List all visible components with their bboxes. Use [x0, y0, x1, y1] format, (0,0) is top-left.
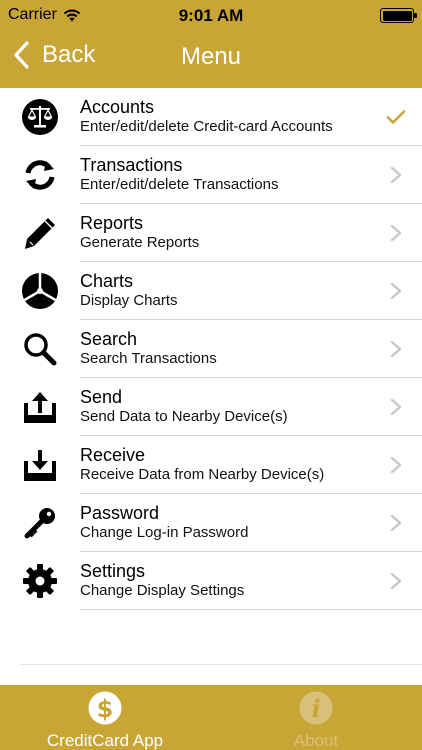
navigation-bar: Back Menu: [0, 30, 422, 88]
tab-creditcard-app[interactable]: $ CreditCard App: [35, 685, 175, 750]
gear-icon: [20, 561, 60, 601]
menu-item-title: Receive: [80, 445, 146, 465]
scales-icon: [20, 97, 60, 137]
key-icon: [20, 503, 60, 543]
chevron-right-icon: [390, 282, 402, 300]
menu-item-accounts[interactable]: Accounts Enter/edit/delete Credit-card A…: [0, 88, 422, 146]
pie-chart-icon: [20, 271, 60, 311]
menu-item-subtitle: Change Log-in Password: [80, 524, 249, 541]
menu-item-subtitle: Display Charts: [80, 292, 178, 309]
chevron-right-icon: [390, 166, 402, 184]
menu-item-subtitle: Enter/edit/delete Transactions: [80, 176, 279, 193]
empty-row-separator: [20, 664, 422, 665]
menu-item-subtitle: Generate Reports: [80, 234, 200, 251]
menu-item-title: Search: [80, 329, 138, 349]
svg-text:i: i: [311, 694, 320, 723]
page-title: Menu: [180, 43, 242, 70]
chevron-right-icon: [390, 572, 402, 590]
chevron-right-icon: [390, 340, 402, 358]
menu-item-receive[interactable]: Receive Receive Data from Nearby Device(…: [0, 436, 422, 494]
menu-item-reports[interactable]: Reports Generate Reports: [0, 204, 422, 262]
menu-item-search[interactable]: Search Search Transactions: [0, 320, 422, 378]
chevron-right-icon: [390, 398, 402, 416]
menu-item-subtitle: Receive Data from Nearby Device(s): [80, 466, 325, 483]
tab-bar: $ CreditCard App i About: [0, 685, 422, 750]
svg-text:$: $: [97, 695, 114, 723]
row-separator: [80, 609, 422, 610]
info-icon: i: [299, 691, 333, 725]
menu-item-subtitle: Enter/edit/delete Credit-card Accounts: [80, 118, 333, 135]
magnifier-icon: [20, 329, 60, 369]
dollar-icon: $: [88, 691, 122, 725]
menu-item-title: Send: [80, 387, 123, 407]
menu-item-subtitle: Send Data to Nearby Device(s): [80, 408, 288, 425]
tab-label: CreditCard App: [46, 731, 164, 750]
pencil-icon: [20, 213, 60, 253]
download-tray-icon: [20, 445, 60, 485]
menu-item-password[interactable]: Password Change Log-in Password: [0, 494, 422, 552]
menu-item-charts[interactable]: Charts Display Charts: [0, 262, 422, 320]
menu-item-subtitle: Search Transactions: [80, 350, 217, 367]
upload-tray-icon: [20, 387, 60, 427]
sync-arrows-icon: [20, 155, 60, 195]
chevron-right-icon: [390, 224, 402, 242]
menu-item-send[interactable]: Send Send Data to Nearby Device(s): [0, 378, 422, 436]
menu-item-subtitle: Change Display Settings: [80, 582, 245, 599]
checkmark-icon: [386, 110, 406, 124]
battery-icon: [380, 8, 417, 23]
menu-item-title: Settings: [80, 561, 146, 581]
menu-item-transactions[interactable]: Transactions Enter/edit/delete Transacti…: [0, 146, 422, 204]
status-bar: Carrier 9:01 AM: [0, 0, 422, 30]
status-time: 9:01 AM: [178, 6, 244, 25]
menu-item-title: Transactions: [80, 155, 183, 175]
tab-label: About: [293, 731, 339, 750]
menu-item-title: Reports: [80, 213, 144, 233]
top-bar: Carrier 9:01 AM Back Menu: [0, 0, 422, 88]
menu-item-title: Password: [80, 503, 160, 523]
menu-list: Accounts Enter/edit/delete Credit-card A…: [0, 88, 422, 610]
tab-about[interactable]: i About: [246, 685, 386, 750]
chevron-right-icon: [390, 456, 402, 474]
menu-item-title: Accounts: [80, 97, 155, 117]
menu-item-settings[interactable]: Settings Change Display Settings: [0, 552, 422, 610]
chevron-right-icon: [390, 514, 402, 532]
menu-item-title: Charts: [80, 271, 134, 291]
